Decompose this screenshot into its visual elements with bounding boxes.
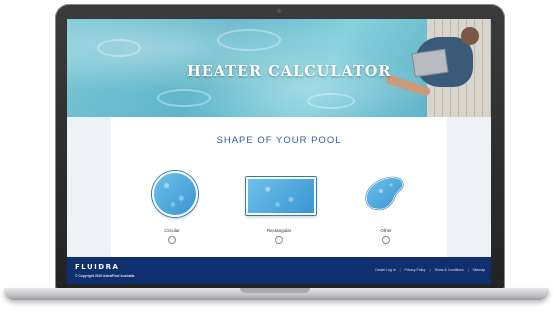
hero-title: HEATER CALCULATOR [187, 63, 392, 80]
laptop-notch [240, 288, 310, 293]
pool-option-circular[interactable]: Circular [127, 171, 217, 251]
water-ripple [157, 89, 211, 107]
footer-link-sitemap[interactable]: Sitemap [473, 268, 485, 272]
laptop-screen: HEATER CALCULATOR SHAPE OF YOUR POOL Cir… [67, 19, 491, 284]
footer-separator: | [399, 268, 401, 272]
footer-links: Dealer Log In | Privacy Policy | Terms &… [375, 268, 485, 272]
footer-link-dealer-login[interactable]: Dealer Log In [375, 268, 395, 272]
pool-option-other[interactable]: Other [341, 171, 431, 251]
site-footer: FLUIDRA © Copyright 2019 AstralPool Aust… [67, 257, 491, 284]
pool-option-label: Rectangular [266, 228, 292, 233]
pool-option-label: Other [380, 228, 392, 233]
footer-separator: | [429, 268, 431, 272]
rectangular-pool-icon[interactable] [246, 177, 316, 215]
fluidra-logo[interactable]: FLUIDRA [75, 263, 119, 271]
water-ripple [97, 39, 141, 57]
footer-link-privacy-policy[interactable]: Privacy Policy [405, 268, 426, 272]
camera-icon [277, 9, 281, 13]
section-title: SHAPE OF YOUR POOL [216, 135, 342, 146]
laptop-photo [411, 48, 449, 78]
kidney-pool-icon[interactable] [341, 171, 431, 219]
person-head [461, 27, 479, 45]
pool-shape-card: SHAPE OF YOUR POOL Circular Rectangular [111, 117, 447, 257]
footer-separator: | [467, 268, 469, 272]
content-area: SHAPE OF YOUR POOL Circular Rectangular [67, 117, 491, 257]
rectangular-radio[interactable] [275, 236, 283, 244]
other-radio[interactable] [382, 236, 390, 244]
hero-banner: HEATER CALCULATOR [67, 19, 491, 117]
water-ripple [217, 29, 281, 51]
pool-option-label: Circular [164, 228, 180, 233]
water-ripple [307, 93, 355, 109]
footer-link-terms[interactable]: Terms & Conditions [434, 268, 463, 272]
circular-radio[interactable] [168, 236, 176, 244]
copyright-text: © Copyright 2019 AstralPool Australia [75, 274, 135, 278]
circular-pool-icon[interactable] [152, 171, 198, 217]
pool-option-rectangular[interactable]: Rectangular [234, 171, 324, 251]
